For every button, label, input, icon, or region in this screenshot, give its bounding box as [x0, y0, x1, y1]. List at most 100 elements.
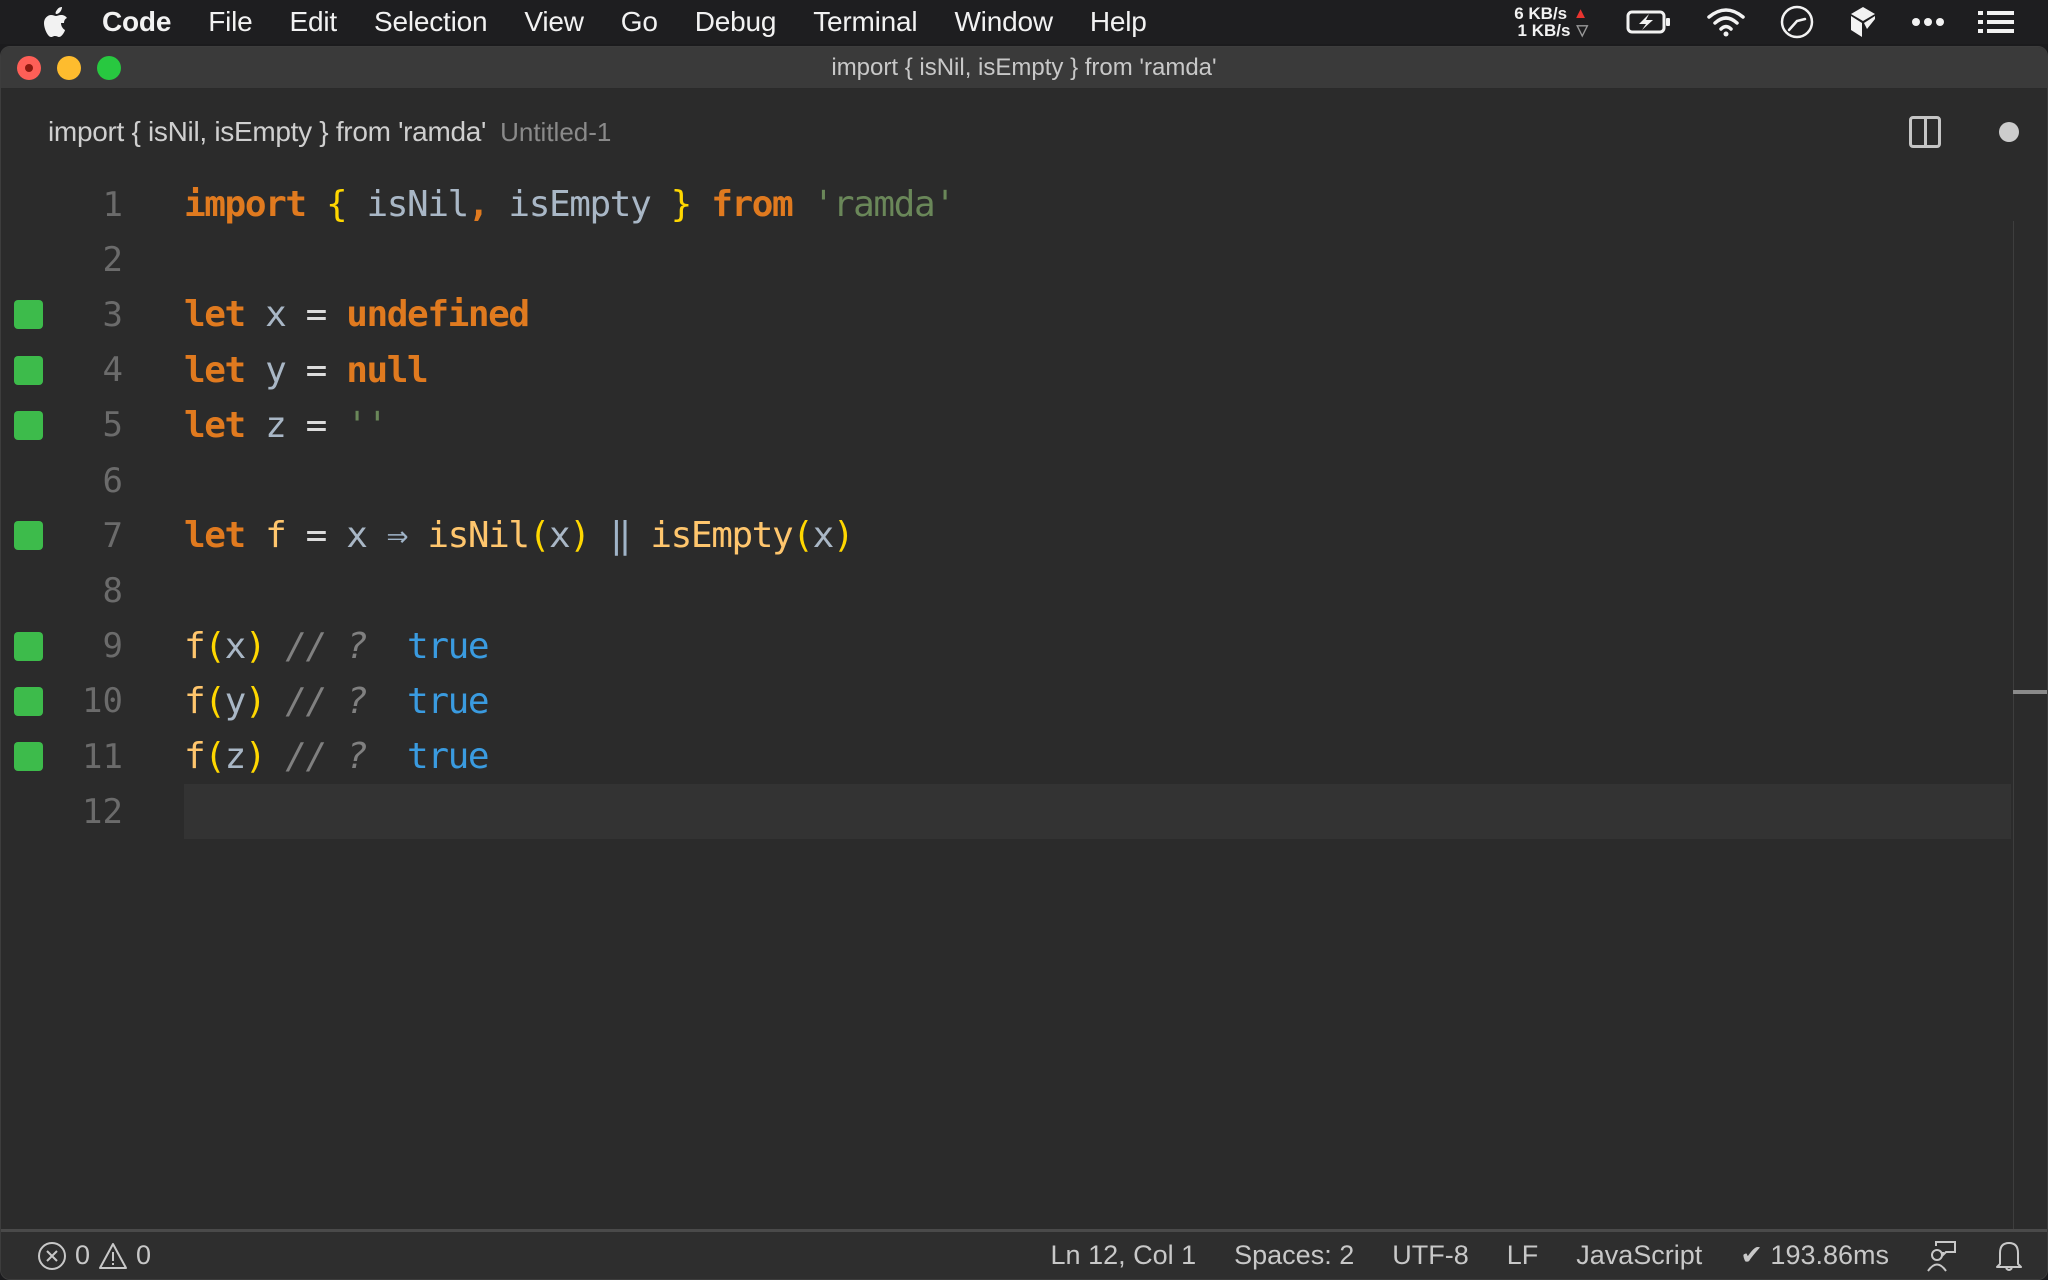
code-token: { [325, 184, 348, 225]
code-line[interactable]: 2 [1, 232, 2011, 287]
coverage-marker-icon[interactable] [14, 355, 43, 385]
code-token: x [812, 515, 835, 557]
editor-tab-header: import { isNil, isEmpty } from 'ramda' U… [1, 89, 2047, 175]
coverage-marker-icon[interactable] [14, 631, 43, 661]
coverage-marker-icon[interactable] [14, 521, 43, 551]
code-token: ) [569, 515, 591, 557]
coverage-marker-icon[interactable] [14, 686, 43, 716]
menu-help[interactable]: Help [1090, 0, 1147, 44]
menu-go[interactable]: Go [621, 0, 658, 44]
vertical-scrollbar[interactable] [2013, 221, 2047, 1279]
warning-count: 0 [136, 1240, 152, 1270]
coverage-marker-icon[interactable] [14, 300, 43, 330]
window-title: import { isNil, isEmpty } from 'ramda' [831, 53, 1217, 81]
code-line-content[interactable] [184, 784, 2011, 840]
code-line[interactable]: 7 let f = x ⇒ isNil(x) ‖ isEmpty(x) [1, 508, 2011, 563]
code-line-content[interactable] [184, 453, 2011, 508]
code-token: true [386, 736, 490, 777]
code-token: f [184, 680, 206, 722]
code-token: let [184, 294, 246, 336]
line-number: 12 [82, 791, 123, 832]
code-line[interactable]: 11 f(z) // ? true [1, 729, 2011, 784]
code-line[interactable]: 6 [1, 453, 2011, 508]
code-line[interactable]: 10 f(y) // ? true [1, 674, 2011, 729]
upload-speed: 6 KB/s [1514, 4, 1568, 23]
wifi-icon[interactable] [1706, 7, 1746, 37]
line-number: 3 [102, 294, 123, 335]
menu-selection[interactable]: Selection [374, 0, 488, 44]
problems-indicator[interactable]: 0 0 [37, 1240, 151, 1271]
split-editor-icon[interactable] [1909, 116, 1941, 148]
code-token: ( [204, 736, 226, 777]
menu-file[interactable]: File [208, 0, 253, 44]
coverage-marker-icon[interactable] [14, 742, 43, 771]
line-number: 10 [82, 681, 123, 722]
code-token: // ? [265, 625, 387, 667]
code-token: } [670, 184, 693, 225]
menu-edit[interactable]: Edit [290, 0, 338, 44]
code-line-content[interactable]: f(z) // ? true [184, 729, 2011, 784]
code-line-content[interactable]: let x = undefined [184, 287, 2011, 342]
indentation-setting[interactable]: Spaces: 2 [1234, 1240, 1354, 1271]
code-line-content[interactable] [184, 563, 2011, 618]
menu-code[interactable]: Code [102, 0, 171, 44]
code-token: let [184, 349, 246, 391]
code-line[interactable]: 5 let z = '' [1, 398, 2011, 453]
download-arrow-icon: ▽ [1576, 22, 1588, 39]
maximize-window-button[interactable] [97, 55, 121, 80]
code-line-content[interactable]: let y = null [184, 343, 2011, 398]
code-line-content[interactable]: let z = '' [184, 398, 2011, 453]
code-token: ( [792, 515, 814, 557]
line-ending[interactable]: LF [1507, 1240, 1539, 1271]
code-editor[interactable]: 1 import { isNil, isEmpty } from 'ramda' 2… [1, 177, 2047, 1279]
quokka-timing[interactable]: ✔ 193.86ms [1740, 1240, 1889, 1271]
window-controls [17, 55, 121, 80]
menu-window[interactable]: Window [954, 0, 1053, 44]
code-token: from [711, 184, 794, 225]
code-token: ) [244, 680, 267, 722]
code-token: f [244, 515, 306, 557]
line-number: 4 [102, 350, 123, 391]
code-token: ‖ [589, 515, 651, 557]
code-line-content[interactable]: f(x) // ? true [184, 619, 2011, 674]
code-line-content[interactable] [184, 232, 2011, 287]
code-line[interactable]: 3 let x = undefined [1, 287, 2011, 342]
apple-logo-icon[interactable] [40, 7, 70, 37]
minimize-window-button[interactable] [57, 55, 81, 80]
clock-icon[interactable] [1780, 5, 1814, 39]
code-line-content[interactable]: import { isNil, isEmpty } from 'ramda' [184, 177, 2011, 232]
menu-terminal[interactable]: Terminal [813, 0, 917, 44]
notifications-bell-icon[interactable] [1995, 1240, 2023, 1272]
network-speed-monitor[interactable]: 6 KB/s ▲ 1 KB/s ▽ [1514, 5, 1588, 39]
feedback-person-icon[interactable] [1927, 1240, 1957, 1272]
list-icon[interactable] [1978, 10, 2014, 34]
cursor-position[interactable]: Ln 12, Col 1 [1051, 1240, 1197, 1271]
language-mode[interactable]: JavaScript [1576, 1240, 1702, 1271]
code-token: null [346, 349, 429, 391]
code-token: // ? [265, 736, 387, 777]
line-number: 6 [102, 460, 123, 501]
code-line[interactable]: 9 f(x) // ? true [1, 619, 2011, 674]
close-window-button[interactable] [17, 55, 41, 80]
file-encoding[interactable]: UTF-8 [1392, 1240, 1469, 1271]
tab-label[interactable]: import { isNil, isEmpty } from 'ramda' [48, 116, 486, 148]
code-token: true [386, 680, 490, 722]
code-line-content[interactable]: f(y) // ? true [184, 674, 2011, 729]
battery-charging-icon[interactable] [1626, 9, 1672, 35]
menu-debug[interactable]: Debug [695, 0, 777, 44]
code-token: y [224, 680, 247, 722]
code-line[interactable]: 8 [1, 563, 2011, 618]
code-line-content[interactable]: let f = x ⇒ isNil(x) ‖ isEmpty(x) [184, 508, 2011, 563]
more-dots-icon[interactable] [1912, 17, 1944, 27]
code-text: let z = '' [184, 405, 388, 446]
window-titlebar[interactable]: import { isNil, isEmpty } from 'ramda' [1, 47, 2047, 89]
code-line[interactable]: 12 [1, 784, 2011, 840]
unsaved-dot-icon[interactable] [1999, 122, 2019, 142]
coverage-marker-icon[interactable] [14, 410, 43, 440]
code-line[interactable]: 1 import { isNil, isEmpty } from 'ramda' [1, 177, 2011, 232]
macos-menu-bar: Code File Edit Selection View Go Debug T… [0, 0, 2048, 44]
menu-view[interactable]: View [524, 0, 584, 44]
app-cube-icon[interactable] [1848, 5, 1878, 39]
code-line[interactable]: 4 let y = null [1, 343, 2011, 398]
